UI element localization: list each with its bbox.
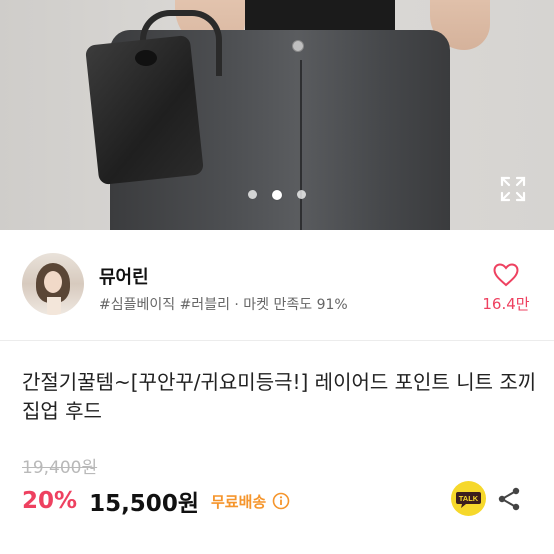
divider xyxy=(0,340,554,341)
sale-price: 15,500원 xyxy=(89,491,199,517)
info-icon[interactable] xyxy=(272,492,290,510)
jeans-button xyxy=(292,40,304,52)
seller-name[interactable]: 뮤어린 xyxy=(99,263,149,289)
seller-tags: #심플베이직 #러블리 · 마켓 만족도 91% xyxy=(99,297,348,313)
jeans-seam xyxy=(300,60,302,230)
avatar[interactable] xyxy=(22,253,84,315)
carousel-indicator xyxy=(0,190,554,200)
price-row: 20% 15,500원 무료배송 xyxy=(22,484,290,518)
carousel-dot[interactable] xyxy=(297,190,306,199)
product-title: 간절기꿀템~[꾸안꾸/귀요미등극!] 레이어드 포인트 니트 조끼 집업 후드 xyxy=(22,370,537,423)
product-image-carousel[interactable] xyxy=(0,0,554,230)
carousel-dot[interactable] xyxy=(248,190,257,199)
expand-icon[interactable] xyxy=(500,176,526,202)
share-icon[interactable] xyxy=(497,486,521,512)
discount-rate: 20% xyxy=(22,488,78,514)
bag-clasp xyxy=(135,50,157,66)
original-price: 19,400원 xyxy=(22,458,98,478)
heart-outline-icon xyxy=(493,263,519,287)
carousel-dot-active[interactable] xyxy=(272,190,282,200)
like-button[interactable]: 16.4만 xyxy=(478,263,534,314)
talk-label: TALK xyxy=(459,494,479,503)
free-shipping-badge: 무료배송 xyxy=(210,492,267,511)
like-count: 16.4만 xyxy=(482,295,530,313)
talk-button[interactable]: TALK xyxy=(451,481,486,516)
seller-section: 뮤어린 #심플베이직 #러블리 · 마켓 만족도 91% 16.4만 xyxy=(0,230,554,340)
